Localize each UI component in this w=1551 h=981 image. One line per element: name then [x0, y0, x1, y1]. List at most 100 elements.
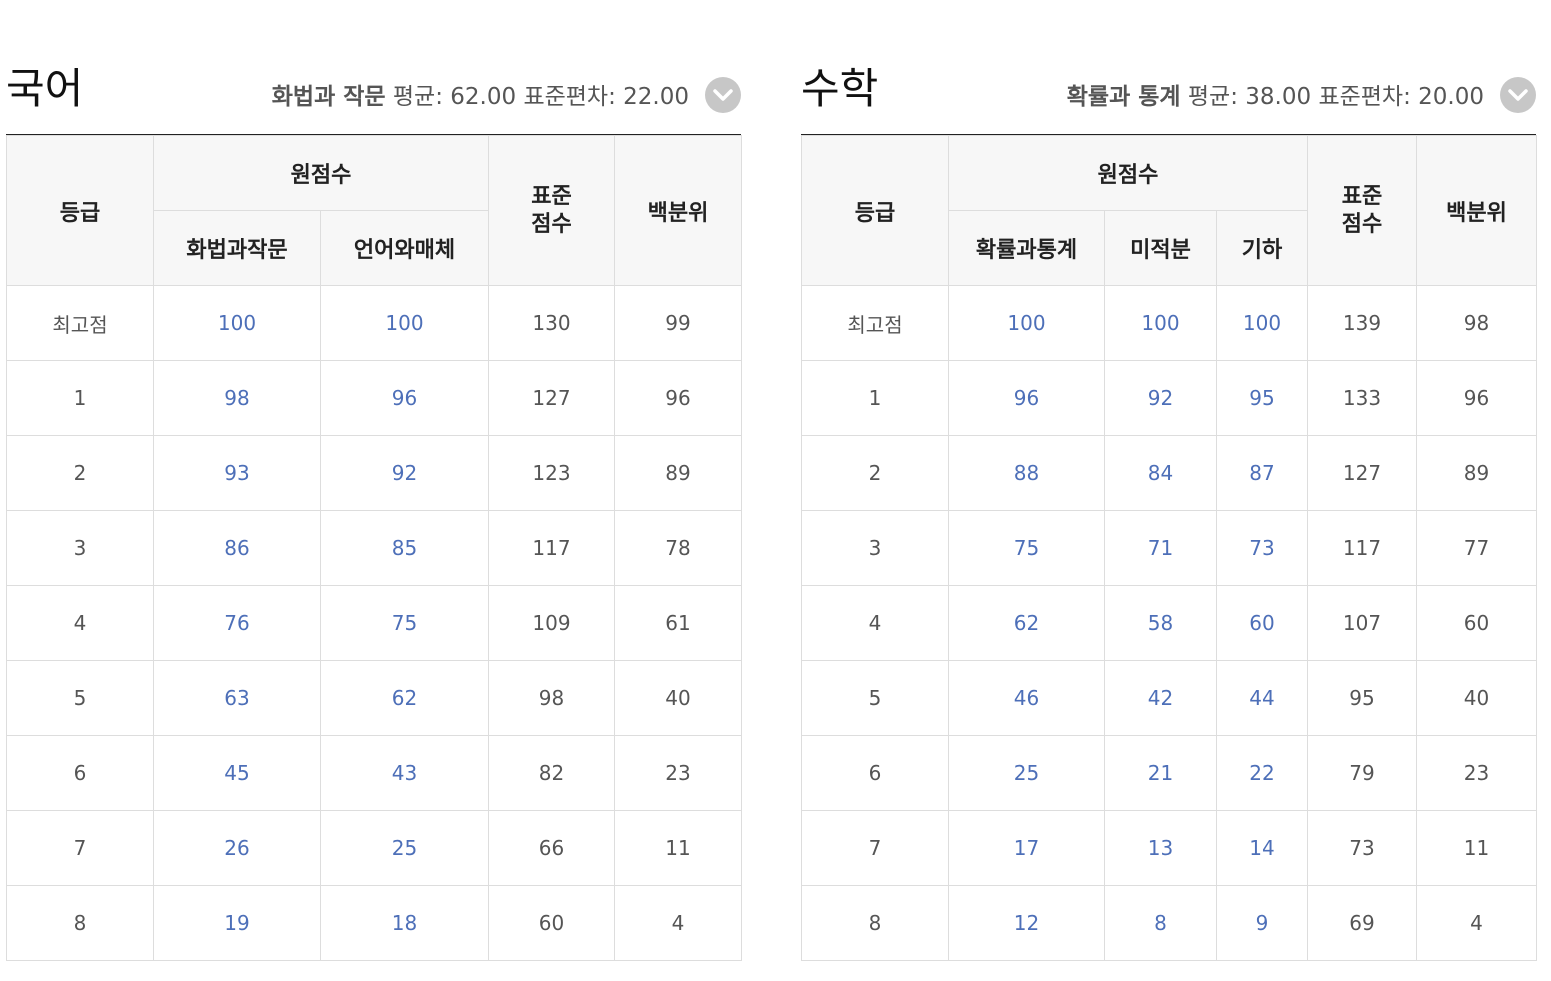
table-row: 2 88 84 87 127 89 — [801, 435, 1537, 511]
table-row: 7 17 13 14 73 11 — [801, 810, 1537, 886]
table-row: 3 86 85 117 78 — [6, 510, 743, 586]
raw-score-cell: 21 — [1104, 735, 1217, 811]
raw-score-cell: 84 — [1104, 435, 1217, 511]
grade-cell: 2 — [6, 435, 154, 511]
raw-score-cell: 62 — [319, 660, 490, 736]
percentile-cell: 96 — [614, 360, 743, 436]
table-row: 4 62 58 60 107 60 — [801, 585, 1537, 661]
math-stats: 확률과 통계 평균: 38.00 표준편차: 20.00 — [1067, 82, 1484, 112]
raw-score-cell: 100 — [153, 285, 321, 361]
raw-score-cell: 76 — [153, 585, 321, 661]
standard-score-cell: 66 — [488, 810, 616, 886]
grade-cell: 2 — [801, 435, 949, 511]
math-panel-header: 수학 확률과 통계 평균: 38.00 표준편차: 20.00 — [801, 56, 1536, 135]
percentile-cell: 11 — [614, 810, 743, 886]
raw-score-cell: 92 — [1104, 360, 1217, 436]
raw-score-cell: 17 — [948, 810, 1105, 886]
standard-score-header: 표준 점수 — [488, 135, 616, 286]
raw-score-cell: 25 — [948, 735, 1105, 811]
table-row: 2 93 92 123 89 — [6, 435, 743, 511]
grade-cell: 6 — [6, 735, 154, 811]
chevron-down-icon — [713, 89, 733, 101]
grade-cell: 8 — [6, 885, 154, 961]
standard-score-cell: 133 — [1307, 360, 1417, 436]
korean-panel-header: 국어 화법과 작문 평균: 62.00 표준편차: 22.00 — [6, 56, 741, 135]
raw-score-cell: 85 — [319, 510, 490, 586]
subcol-header: 기하 — [1216, 210, 1308, 286]
table-row: 8 19 18 60 4 — [6, 885, 743, 961]
grade-cell: 최고점 — [6, 285, 154, 361]
grade-cell: 5 — [801, 660, 949, 736]
table-row: 8 12 8 9 69 4 — [801, 885, 1537, 961]
table-row: 6 45 43 82 23 — [6, 735, 743, 811]
grade-cell: 7 — [6, 810, 154, 886]
korean-panel: 국어 화법과 작문 평균: 62.00 표준편차: 22.00 등급 원점수 표… — [6, 56, 743, 961]
standard-score-cell: 95 — [1307, 660, 1417, 736]
standard-score-cell: 117 — [1307, 510, 1417, 586]
raw-score-cell: 73 — [1216, 510, 1308, 586]
percentile-cell: 60 — [1416, 585, 1537, 661]
table-row: 1 98 96 127 96 — [6, 360, 743, 436]
percentile-header: 백분위 — [1416, 135, 1537, 286]
table-row: 1 96 92 95 133 96 — [801, 360, 1537, 436]
grade-cell: 최고점 — [801, 285, 949, 361]
korean-stats: 화법과 작문 평균: 62.00 표준편차: 22.00 — [272, 82, 689, 112]
percentile-cell: 23 — [614, 735, 743, 811]
raw-score-cell: 26 — [153, 810, 321, 886]
grade-cell: 5 — [6, 660, 154, 736]
standard-score-cell: 79 — [1307, 735, 1417, 811]
raw-score-cell: 44 — [1216, 660, 1308, 736]
percentile-cell: 61 — [614, 585, 743, 661]
subcol-header: 화법과작문 — [153, 210, 321, 286]
raw-score-cell: 100 — [1216, 285, 1308, 361]
raw-score-cell: 100 — [948, 285, 1105, 361]
raw-score-cell: 12 — [948, 885, 1105, 961]
raw-score-cell: 13 — [1104, 810, 1217, 886]
subcol-header: 언어와매체 — [319, 210, 490, 286]
math-sd-value: 20.00 — [1418, 84, 1484, 110]
raw-score-cell: 43 — [319, 735, 490, 811]
percentile-cell: 98 — [1416, 285, 1537, 361]
standard-score-cell: 98 — [488, 660, 616, 736]
math-panel: 수학 확률과 통계 평균: 38.00 표준편차: 20.00 등급 원점수 표… — [801, 56, 1537, 961]
raw-score-cell: 42 — [1104, 660, 1217, 736]
grade-cell: 4 — [6, 585, 154, 661]
standard-score-cell: 69 — [1307, 885, 1417, 961]
korean-mean-label: 평균: — [392, 84, 443, 110]
percentile-cell: 11 — [1416, 810, 1537, 886]
raw-score-cell: 75 — [319, 585, 490, 661]
grade-cell: 6 — [801, 735, 949, 811]
percentile-cell: 77 — [1416, 510, 1537, 586]
raw-score-cell: 25 — [319, 810, 490, 886]
standard-score-header-line2: 점수 — [531, 211, 572, 237]
raw-score-cell: 100 — [1104, 285, 1217, 361]
percentile-cell: 40 — [614, 660, 743, 736]
standard-score-cell: 127 — [488, 360, 616, 436]
percentile-cell: 99 — [614, 285, 743, 361]
grade-cell: 3 — [6, 510, 154, 586]
table-row: 최고점 100 100 100 139 98 — [801, 285, 1537, 361]
korean-elective-dropdown-button[interactable] — [705, 77, 741, 113]
grade-cell: 8 — [801, 885, 949, 961]
grade-header: 등급 — [801, 135, 949, 286]
math-sd-label: 표준편차: — [1318, 84, 1411, 110]
raw-score-cell: 100 — [319, 285, 490, 361]
subcol-header: 미적분 — [1104, 210, 1217, 286]
raw-score-cell: 45 — [153, 735, 321, 811]
standard-score-cell: 73 — [1307, 810, 1417, 886]
standard-score-cell: 82 — [488, 735, 616, 811]
raw-score-cell: 46 — [948, 660, 1105, 736]
percentile-cell: 78 — [614, 510, 743, 586]
math-elective-dropdown-button[interactable] — [1500, 77, 1536, 113]
math-score-table: 등급 원점수 표준 점수 백분위 확률과통계 미적분 기하 최고점 100 10… — [801, 135, 1537, 961]
raw-score-cell: 60 — [1216, 585, 1308, 661]
grade-cell: 7 — [801, 810, 949, 886]
korean-score-table: 등급 원점수 표준 점수 백분위 화법과작문 언어와매체 최고점 100 100 — [6, 135, 743, 961]
raw-score-cell: 22 — [1216, 735, 1308, 811]
table-row: 6 25 21 22 79 23 — [801, 735, 1537, 811]
standard-score-header-line2: 점수 — [1341, 211, 1383, 237]
standard-score-cell: 139 — [1307, 285, 1417, 361]
percentile-cell: 40 — [1416, 660, 1537, 736]
percentile-cell: 96 — [1416, 360, 1537, 436]
grade-cell: 1 — [6, 360, 154, 436]
